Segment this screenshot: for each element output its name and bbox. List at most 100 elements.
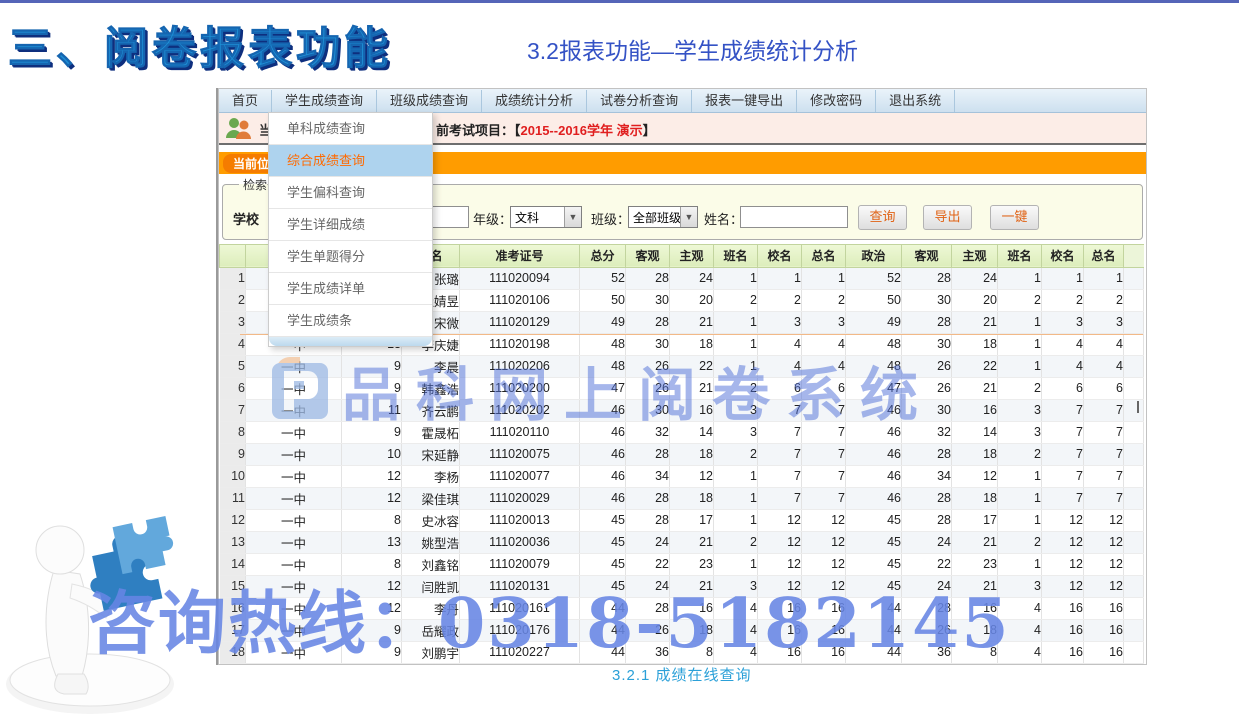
table-cell: 1 <box>1084 267 1124 289</box>
table-cell: 6 <box>1084 377 1124 399</box>
menu-item-4[interactable]: 成绩统计分析 <box>482 90 587 112</box>
table-cell: 1 <box>714 487 758 509</box>
column-header-0[interactable] <box>220 244 246 267</box>
table-cell: 45 <box>846 509 902 531</box>
name-input[interactable] <box>740 206 848 228</box>
table-cell: 12 <box>1084 575 1124 597</box>
table-cell: 11 <box>342 399 402 421</box>
menu-item-6[interactable]: 报表一键导出 <box>692 90 797 112</box>
table-cell: 24 <box>952 267 998 289</box>
table-cell: 16 <box>1084 619 1124 641</box>
class-select[interactable]: 全部班级 ▼ <box>628 206 698 228</box>
table-row[interactable]: 6一中9韩鑫浩111020200472621266472621266 <box>220 377 1144 399</box>
column-header-11[interactable]: 政治 <box>846 244 902 267</box>
menu-item-2[interactable]: 学生成绩查询 <box>272 90 377 112</box>
table-cell: 李杨 <box>402 465 460 487</box>
one-key-button[interactable]: 一键 <box>990 205 1039 230</box>
table-row[interactable]: 9一中10宋延静111020075462818277462818277 <box>220 443 1144 465</box>
table-cell: 111020110 <box>460 421 580 443</box>
dropdown-item-2[interactable]: 综合成绩查询 <box>269 145 432 177</box>
row-number-cell: 10 <box>220 465 246 487</box>
column-header-10[interactable]: 总名 <box>802 244 846 267</box>
table-row[interactable]: 12一中8史冰容1110200134528171121245281711212 <box>220 509 1144 531</box>
row-number-cell: 17 <box>220 619 246 641</box>
column-header-6[interactable]: 客观 <box>626 244 670 267</box>
table-cell: 45 <box>846 575 902 597</box>
dropdown-item-1[interactable]: 单科成绩查询 <box>269 113 432 145</box>
table-cell: 7 <box>1042 465 1084 487</box>
table-cell: 49 <box>580 311 626 333</box>
export-button[interactable]: 导出 <box>923 205 972 230</box>
table-cell: 12 <box>342 487 402 509</box>
dropdown-item-6[interactable]: 学生成绩详单 <box>269 273 432 305</box>
column-header-9[interactable]: 校名 <box>758 244 802 267</box>
table-row[interactable]: 17一中9岳耀政1110201764426184161644261841616 <box>220 619 1144 641</box>
table-cell: 4 <box>714 597 758 619</box>
table-cell: 16 <box>1084 597 1124 619</box>
table-row[interactable]: 8一中9霍晟柘111020110463214377463214377 <box>220 421 1144 443</box>
table-cell: 111020206 <box>460 355 580 377</box>
table-cell: 12 <box>1084 509 1124 531</box>
table-cell: 22 <box>626 553 670 575</box>
column-header-14[interactable]: 班名 <box>998 244 1042 267</box>
table-cell-filler <box>1124 531 1144 553</box>
table-row[interactable]: 16一中12李丹1110201614428164161644281641616 <box>220 597 1144 619</box>
table-cell: 46 <box>846 421 902 443</box>
table-cell: 30 <box>902 289 952 311</box>
table-cell: 12 <box>1042 553 1084 575</box>
table-cell: 1 <box>714 553 758 575</box>
column-header-13[interactable]: 主观 <box>952 244 998 267</box>
menu-item-7[interactable]: 修改密码 <box>797 90 876 112</box>
table-cell: 46 <box>846 399 902 421</box>
menu-item-5[interactable]: 试卷分析查询 <box>587 90 692 112</box>
table-cell: 1 <box>1042 267 1084 289</box>
table-cell: 48 <box>580 333 626 355</box>
table-cell: 111020077 <box>460 465 580 487</box>
menu-item-3[interactable]: 班级成绩查询 <box>377 90 482 112</box>
menu-item-8[interactable]: 退出系统 <box>876 90 955 112</box>
table-cell: 12 <box>342 597 402 619</box>
column-header-12[interactable]: 客观 <box>902 244 952 267</box>
table-cell: 111020094 <box>460 267 580 289</box>
query-button[interactable]: 查询 <box>858 205 907 230</box>
table-row[interactable]: 14一中8刘鑫铭1110200794522231121245222311212 <box>220 553 1144 575</box>
row-number-cell: 9 <box>220 443 246 465</box>
table-cell: 46 <box>846 487 902 509</box>
column-header-16[interactable]: 总名 <box>1084 244 1124 267</box>
table-row[interactable]: 15一中12闫胜凯1110201314524213121245242131212 <box>220 575 1144 597</box>
menu-item-1[interactable]: 首页 <box>219 90 272 112</box>
table-cell: 16 <box>758 641 802 663</box>
column-header-4[interactable]: 准考证号 <box>460 244 580 267</box>
table-cell: 48 <box>846 355 902 377</box>
table-row[interactable]: 13一中13姚型浩1110200364524212121245242121212 <box>220 531 1144 553</box>
top-divider <box>0 0 1239 3</box>
column-header-8[interactable]: 班名 <box>714 244 758 267</box>
dropdown-item-4[interactable]: 学生详细成绩 <box>269 209 432 241</box>
table-row[interactable]: 11一中12梁佳琪111020029462818177462818177 <box>220 487 1144 509</box>
table-cell-filler <box>1124 333 1144 355</box>
table-cell: 12 <box>758 531 802 553</box>
table-row[interactable]: 18一中9刘鹏宇11102022744368416164436841616 <box>220 641 1144 663</box>
column-header-5[interactable]: 总分 <box>580 244 626 267</box>
table-cell: 12 <box>952 465 998 487</box>
dropdown-item-3[interactable]: 学生偏科查询 <box>269 177 432 209</box>
menu-bar: 首页学生成绩查询班级成绩查询成绩统计分析试卷分析查询报表一键导出修改密码退出系统 <box>219 89 1146 113</box>
table-cell: 1 <box>714 509 758 531</box>
table-cell: 17 <box>952 509 998 531</box>
table-cell: 18 <box>952 619 998 641</box>
table-cell: 2 <box>1042 289 1084 311</box>
column-header-15[interactable]: 校名 <box>1042 244 1084 267</box>
dropdown-item-7[interactable]: 学生成绩条 <box>269 305 432 337</box>
table-cell: 16 <box>952 399 998 421</box>
table-cell: 9 <box>342 377 402 399</box>
table-cell: 14 <box>952 421 998 443</box>
table-row[interactable]: 7一中11齐云鹏111020202463016377463016377 <box>220 399 1144 421</box>
table-cell-filler <box>1124 597 1144 619</box>
table-row[interactable]: 5一中9李晨111020206482622144482622144 <box>220 355 1144 377</box>
dropdown-item-5[interactable]: 学生单题得分 <box>269 241 432 273</box>
table-cell: 16 <box>1042 641 1084 663</box>
table-cell: 1 <box>998 355 1042 377</box>
grade-select[interactable]: 文科 ▼ <box>510 206 582 228</box>
table-row[interactable]: 10一中12李杨111020077463412177463412177 <box>220 465 1144 487</box>
column-header-7[interactable]: 主观 <box>670 244 714 267</box>
